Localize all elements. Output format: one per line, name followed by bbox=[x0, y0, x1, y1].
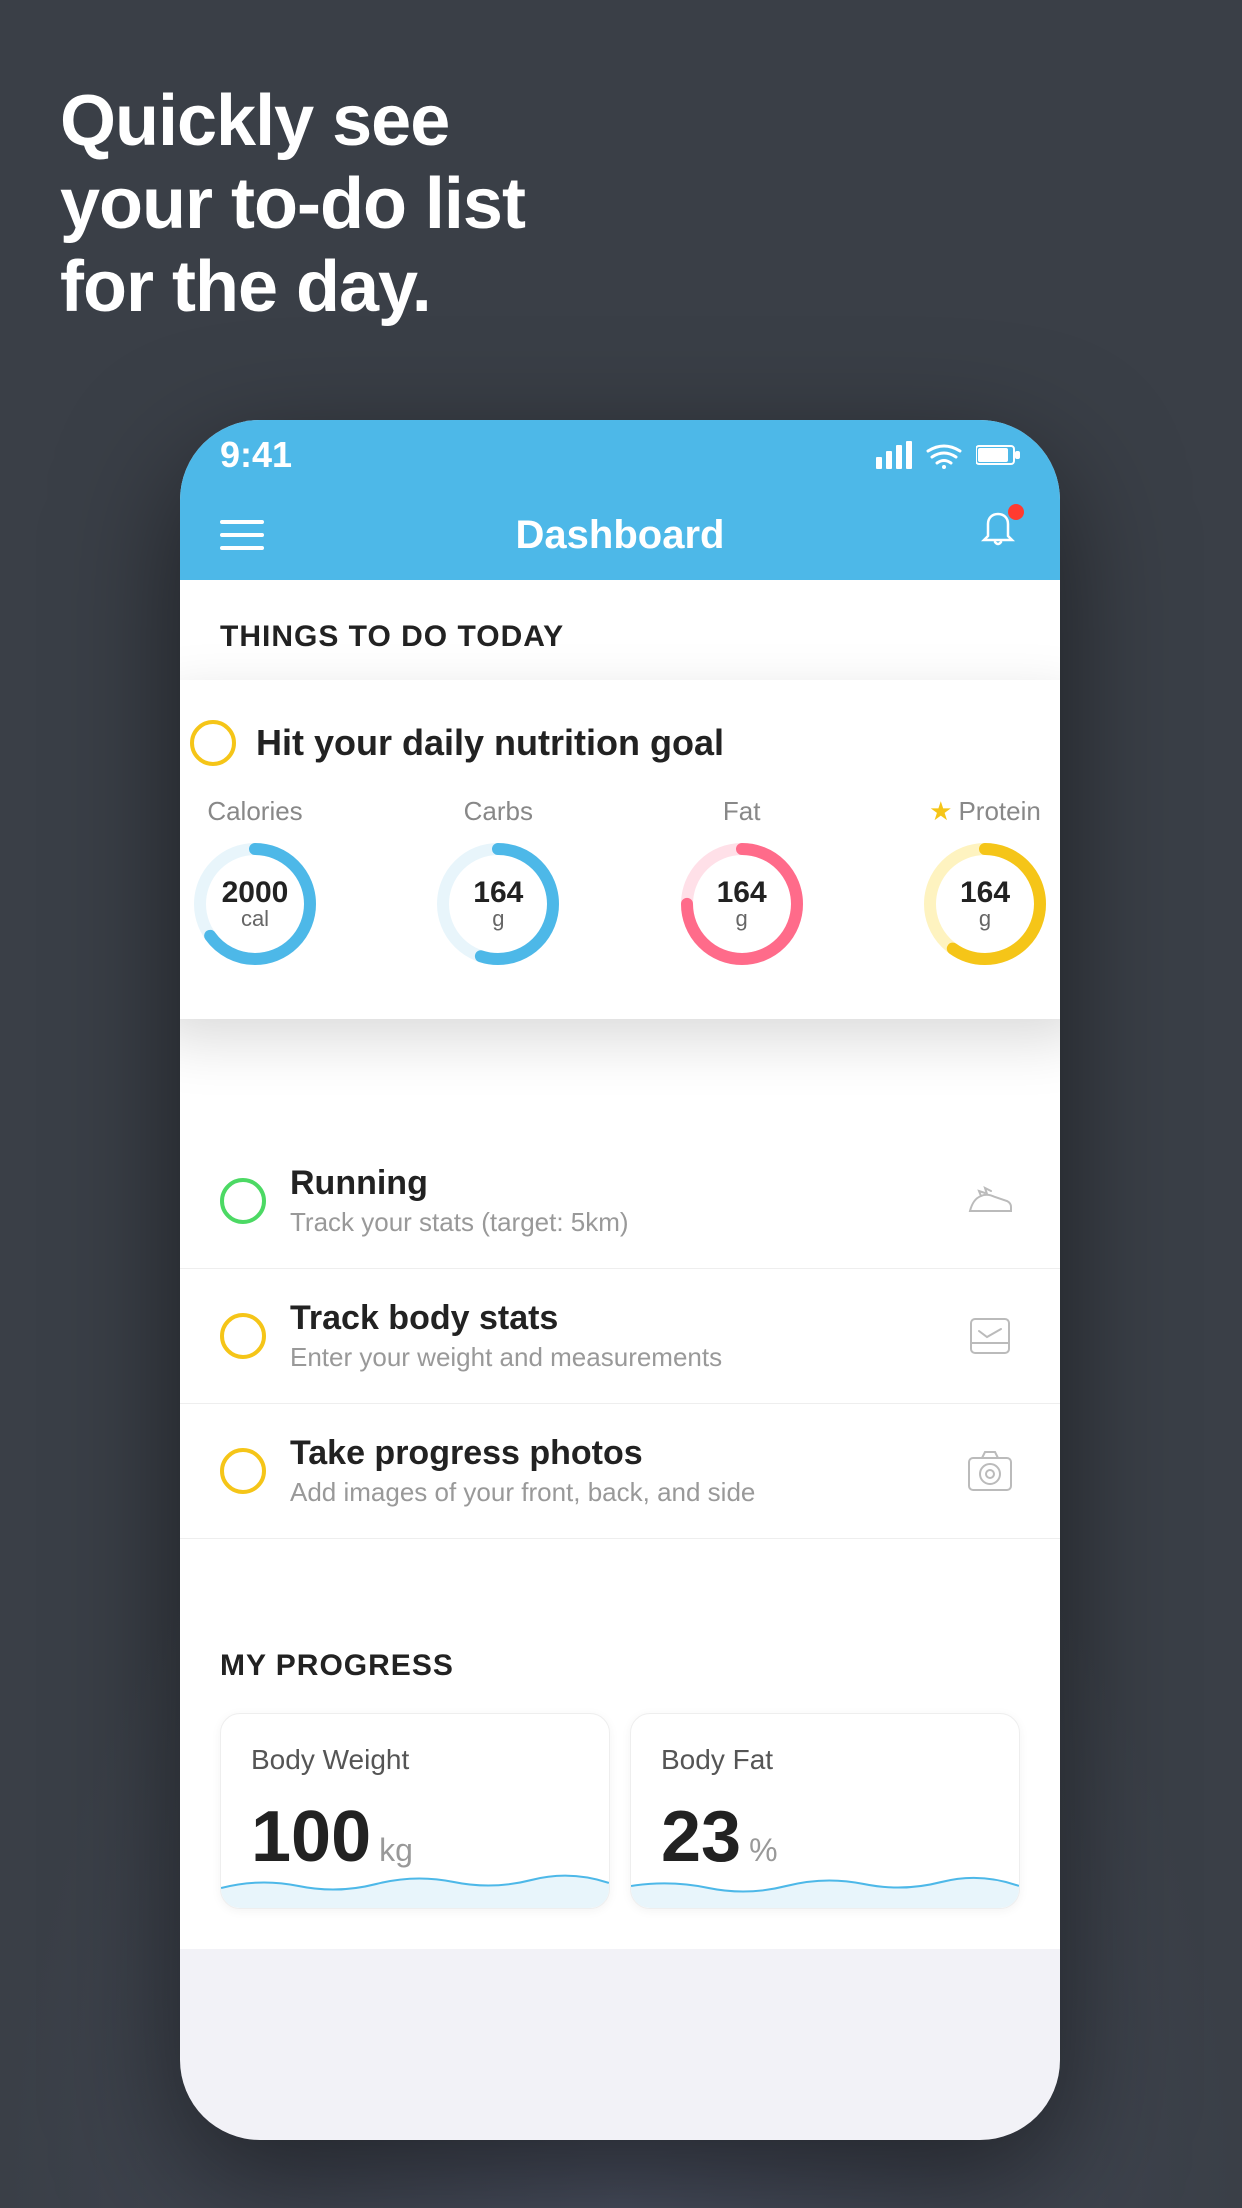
todo-list: Running Track your stats (target: 5km) bbox=[180, 1134, 1060, 1539]
todo-radio-photos[interactable] bbox=[220, 1448, 266, 1494]
body-fat-card[interactable]: Body Fat 23 % bbox=[630, 1713, 1020, 1909]
scale-icon bbox=[960, 1306, 1020, 1366]
battery-icon bbox=[976, 444, 1020, 466]
nutrition-card: Hit your daily nutrition goal Calories 2… bbox=[180, 680, 1060, 1019]
nutrition-protein: ★ Protein 164 g bbox=[920, 796, 1050, 969]
todo-radio-body-stats[interactable] bbox=[220, 1313, 266, 1359]
notification-dot bbox=[1008, 504, 1024, 520]
body-weight-card[interactable]: Body Weight 100 kg bbox=[220, 1713, 610, 1909]
carbs-value: 164 g bbox=[473, 876, 523, 932]
star-icon: ★ bbox=[929, 796, 952, 827]
shoe-icon bbox=[960, 1171, 1020, 1231]
todo-item-body-stats[interactable]: Track body stats Enter your weight and m… bbox=[180, 1269, 1060, 1404]
todo-content-running: Running Track your stats (target: 5km) bbox=[290, 1164, 936, 1238]
menu-line bbox=[220, 520, 264, 524]
body-fat-title: Body Fat bbox=[661, 1744, 989, 1776]
todo-content-body-stats: Track body stats Enter your weight and m… bbox=[290, 1299, 936, 1373]
todo-title-photos: Take progress photos bbox=[290, 1434, 936, 1473]
things-to-do-header: THINGS TO DO TODAY bbox=[180, 580, 1060, 674]
nutrition-calories: Calories 2000 cal bbox=[190, 796, 320, 969]
protein-label: ★ Protein bbox=[929, 796, 1041, 827]
nutrition-carbs: Carbs 164 g bbox=[433, 796, 563, 969]
hero-line1: Quickly see bbox=[60, 80, 525, 163]
nav-title: Dashboard bbox=[516, 513, 725, 558]
body-weight-title: Body Weight bbox=[251, 1744, 579, 1776]
status-icons bbox=[876, 441, 1020, 469]
signal-icon bbox=[876, 441, 912, 469]
status-time: 9:41 bbox=[220, 434, 292, 476]
todo-item-running[interactable]: Running Track your stats (target: 5km) bbox=[180, 1134, 1060, 1269]
card-title-row: Hit your daily nutrition goal bbox=[190, 720, 1050, 766]
fat-value: 164 g bbox=[717, 876, 767, 932]
todo-item-photos[interactable]: Take progress photos Add images of your … bbox=[180, 1404, 1060, 1539]
todo-title-running: Running bbox=[290, 1164, 936, 1203]
spacer bbox=[180, 1539, 1060, 1599]
todo-radio-running[interactable] bbox=[220, 1178, 266, 1224]
nav-bar: Dashboard bbox=[180, 490, 1060, 580]
protein-value: 164 g bbox=[960, 876, 1010, 932]
todo-sub-photos: Add images of your front, back, and side bbox=[290, 1477, 936, 1508]
calories-ring: 2000 cal bbox=[190, 839, 320, 969]
todo-sub-body-stats: Enter your weight and measurements bbox=[290, 1342, 936, 1373]
hero-line3: for the day. bbox=[60, 246, 525, 329]
calories-label: Calories bbox=[207, 796, 302, 827]
todo-sub-running: Track your stats (target: 5km) bbox=[290, 1207, 936, 1238]
todo-title-body-stats: Track body stats bbox=[290, 1299, 936, 1338]
nutrition-row: Calories 2000 cal Carbs bbox=[190, 796, 1050, 969]
hero-line2: your to-do list bbox=[60, 163, 525, 246]
menu-line bbox=[220, 546, 264, 550]
hero-text: Quickly see your to-do list for the day. bbox=[60, 80, 525, 328]
body-weight-wave bbox=[221, 1848, 609, 1908]
status-bar: 9:41 bbox=[180, 420, 1060, 490]
photo-icon bbox=[960, 1441, 1020, 1501]
wifi-icon bbox=[926, 441, 962, 469]
card-title: Hit your daily nutrition goal bbox=[256, 722, 724, 764]
carbs-ring: 164 g bbox=[433, 839, 563, 969]
protein-ring: 164 g bbox=[920, 839, 1050, 969]
progress-cards: Body Weight 100 kg Body Fat bbox=[220, 1713, 1020, 1909]
card-radio-button[interactable] bbox=[190, 720, 236, 766]
menu-line bbox=[220, 533, 264, 537]
menu-button[interactable] bbox=[220, 520, 264, 550]
progress-section-title: MY PROGRESS bbox=[220, 1649, 1020, 1683]
calories-value: 2000 cal bbox=[222, 876, 289, 932]
fat-ring: 164 g bbox=[677, 839, 807, 969]
fat-label: Fat bbox=[723, 796, 761, 827]
body-fat-wave bbox=[631, 1848, 1019, 1908]
carbs-label: Carbs bbox=[464, 796, 533, 827]
progress-section: MY PROGRESS Body Weight 100 kg bbox=[180, 1599, 1060, 1949]
notification-button[interactable] bbox=[976, 508, 1020, 562]
todo-content-photos: Take progress photos Add images of your … bbox=[290, 1434, 936, 1508]
phone-frame: 9:41 bbox=[180, 420, 1060, 2140]
nutrition-fat: Fat 164 g bbox=[677, 796, 807, 969]
